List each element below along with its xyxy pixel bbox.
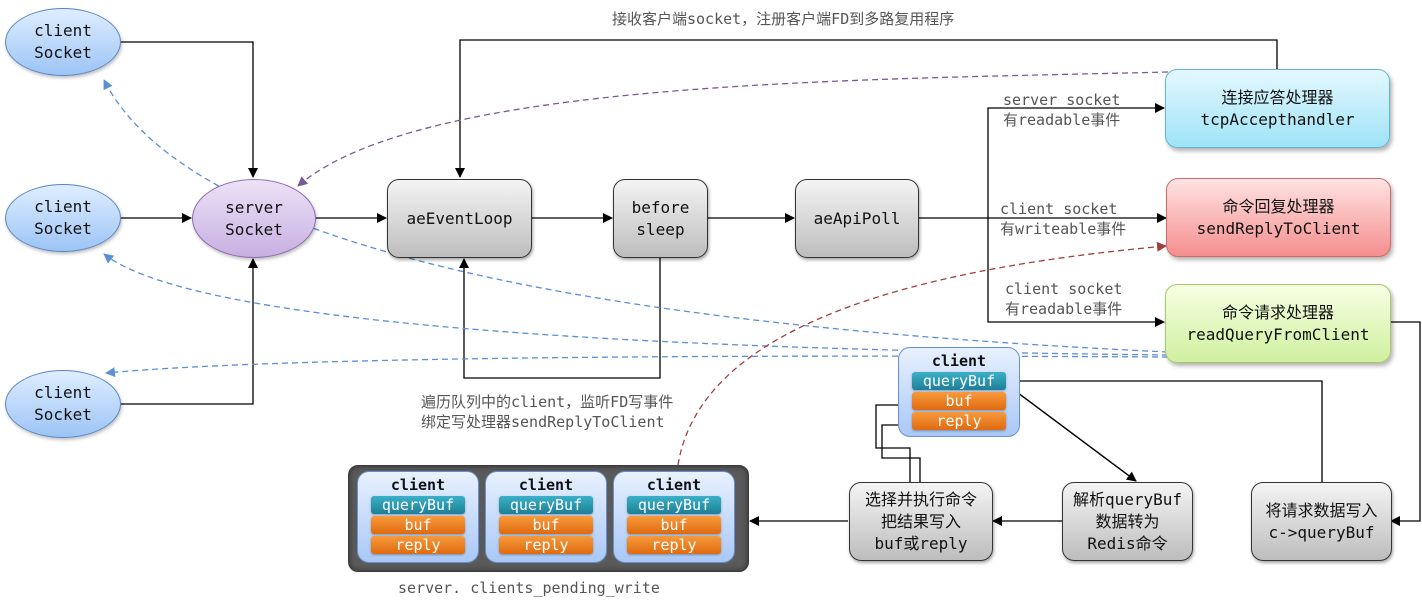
client-socket-2[interactable]: client Socket: [5, 184, 121, 252]
reply-field: reply: [371, 536, 465, 554]
ae-event-loop-label: aeEventLoop: [406, 208, 513, 228]
ae-api-poll-label: aeApiPoll: [813, 208, 901, 228]
reply-field: reply: [499, 536, 593, 554]
arrow-read-to-writequerybuf: [1390, 321, 1421, 526]
event-label-line: 有readable事件: [1005, 300, 1123, 318]
client-struct[interactable]: client queryBuf buf reply: [898, 347, 1020, 437]
querybuf-field: queryBuf: [371, 496, 465, 514]
arrow-client1-to-server: [120, 41, 258, 178]
arrow-writequerybuf-to-querybuf: [1003, 376, 1323, 483]
accept-handler-box[interactable]: 连接应答处理器 tcpAccepthandler: [1165, 69, 1390, 148]
read-handler-name: readQueryFromClient: [1186, 324, 1370, 344]
server-socket-label: server: [225, 197, 283, 217]
server-socket[interactable]: server Socket: [192, 179, 316, 258]
client-socket-label: client: [34, 383, 92, 402]
reply-field: reply: [627, 536, 721, 554]
server-socket-label: Socket: [225, 219, 283, 239]
accept-handler-name: tcpAccepthandler: [1200, 109, 1355, 129]
step-label: 选择并执行命令: [864, 489, 977, 509]
client-socket-label: client: [34, 21, 92, 40]
event-label-line: 有writeable事件: [1000, 220, 1127, 238]
buf-field[interactable]: buf: [912, 392, 1006, 410]
buf-field: buf: [499, 516, 593, 534]
step-label: buf或reply: [874, 533, 968, 553]
before-sleep-annotation: 遍历队列中的client，监听FD写事件 绑定写处理器sendReplyToCl…: [421, 392, 673, 432]
annotation-line: 绑定写处理器sendReplyToClient: [421, 413, 665, 431]
reply-field[interactable]: reply: [912, 412, 1006, 430]
pending-client-2[interactable]: client queryBuf buf reply: [485, 471, 607, 563]
client-socket-label: Socket: [34, 219, 92, 238]
client-socket-3[interactable]: client Socket: [5, 370, 121, 438]
step-label: 把结果写入: [880, 511, 961, 531]
read-handler-box[interactable]: 命令请求处理器 readQueryFromClient: [1165, 284, 1391, 363]
buf-field: buf: [627, 516, 721, 534]
before-sleep-label: before: [631, 197, 690, 217]
event-label-line: client socket: [1005, 280, 1123, 298]
client-title: client: [646, 476, 702, 494]
arrow-accept-back-to-eventloop: [455, 39, 1278, 178]
ae-event-loop-box[interactable]: aeEventLoop: [387, 179, 532, 258]
event-label-line: 有readable事件: [1003, 111, 1121, 129]
before-sleep-box[interactable]: before sleep: [613, 179, 708, 258]
pending-client-3[interactable]: client queryBuf buf reply: [613, 471, 735, 563]
event-label-line: server socket: [1003, 91, 1121, 109]
read-handler-title: 命令请求处理器: [1221, 302, 1334, 322]
reply-handler-name: sendReplyToClient: [1196, 218, 1361, 238]
step-label: c->queryBuf: [1268, 522, 1375, 542]
arrow-querybuf-to-parse: [1005, 383, 1137, 482]
client-socket-label: client: [34, 197, 92, 216]
step-label: 将请求数据写入: [1265, 500, 1378, 520]
server-readable-label: server socket 有readable事件: [1003, 90, 1120, 130]
write-querybuf-box[interactable]: 将请求数据写入 c->queryBuf: [1251, 482, 1392, 561]
arrow-client3-to-server: [120, 258, 258, 405]
arrow-parse-to-querybuf: [1005, 383, 1137, 482]
buf-field: buf: [371, 516, 465, 534]
querybuf-field: queryBuf: [499, 496, 593, 514]
event-label-line: client socket: [1000, 200, 1118, 218]
client-struct-title: client: [931, 352, 987, 370]
client-writeable-label: client socket 有writeable事件: [1000, 199, 1126, 239]
client-socket-1[interactable]: client Socket: [5, 8, 121, 76]
querybuf-field[interactable]: queryBuf: [912, 372, 1006, 390]
queue-caption: server. clients_pending_write: [398, 579, 660, 597]
parse-querybuf-box[interactable]: 解析queryBuf 数据转为 Redis命令: [1062, 482, 1193, 561]
arrow-beforesleep-back-to-eventloop: [459, 258, 661, 379]
ae-api-poll-box[interactable]: aeApiPoll: [795, 179, 919, 258]
accept-handler-title: 连接应答处理器: [1221, 87, 1334, 107]
accept-loop-annotation: 接收客户端socket，注册客户端FD到多路复用程序: [612, 10, 955, 28]
before-sleep-label: sleep: [636, 219, 685, 239]
reply-handler-box[interactable]: 命令回复处理器 sendReplyToClient: [1166, 178, 1391, 257]
reply-handler-title: 命令回复处理器: [1222, 196, 1335, 216]
execute-command-box[interactable]: 选择并执行命令 把结果写入 buf或reply: [849, 482, 993, 561]
client-title: client: [518, 476, 574, 494]
annotation-line: 遍历队列中的client，监听FD写事件: [421, 393, 674, 411]
step-label: 数据转为: [1095, 511, 1160, 531]
client-title: client: [390, 476, 446, 494]
step-label: Redis命令: [1087, 533, 1168, 553]
client-readable-label: client socket 有readable事件: [1005, 279, 1122, 319]
querybuf-field: queryBuf: [627, 496, 721, 514]
pending-client-1[interactable]: client queryBuf buf reply: [357, 471, 479, 563]
client-socket-label: Socket: [34, 43, 92, 62]
client-socket-label: Socket: [34, 405, 92, 424]
step-label: 解析queryBuf: [1072, 489, 1183, 509]
